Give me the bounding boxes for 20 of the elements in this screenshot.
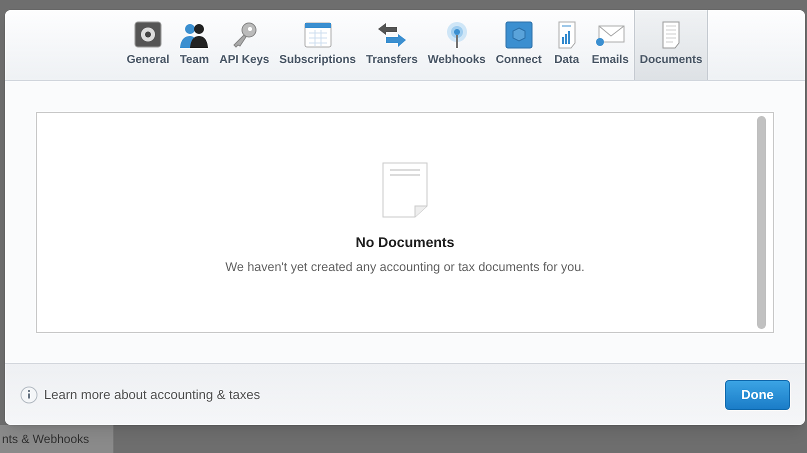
learn-more-link[interactable]: Learn more about accounting & taxes (44, 384, 260, 404)
done-button[interactable]: Done (725, 380, 790, 410)
settings-tab[interactable]: Team (174, 10, 214, 80)
settings-tab[interactable]: API Keys (214, 10, 274, 80)
arrows-icon (376, 20, 407, 49)
empty-title: No Documents (356, 233, 454, 252)
settings-tab[interactable]: Transfers (360, 10, 423, 80)
info-icon (20, 386, 38, 404)
settings-tab[interactable]: General (122, 10, 174, 80)
settings-tab[interactable]: Webhooks (422, 10, 491, 80)
empty-message: We haven't yet created any accounting or tax documents for you. (225, 259, 585, 276)
calendar-icon (302, 20, 333, 49)
settings-tab[interactable]: Data (546, 10, 587, 80)
cube-icon (504, 20, 534, 49)
settings-tab[interactable]: Subscriptions (274, 10, 361, 80)
settings-tab[interactable]: Connect (490, 10, 547, 80)
settings-tab[interactable]: Emails (586, 10, 634, 80)
scrollbar[interactable] (757, 116, 766, 329)
settings-tab[interactable]: Documents (634, 10, 708, 80)
empty-document-icon (382, 162, 428, 218)
